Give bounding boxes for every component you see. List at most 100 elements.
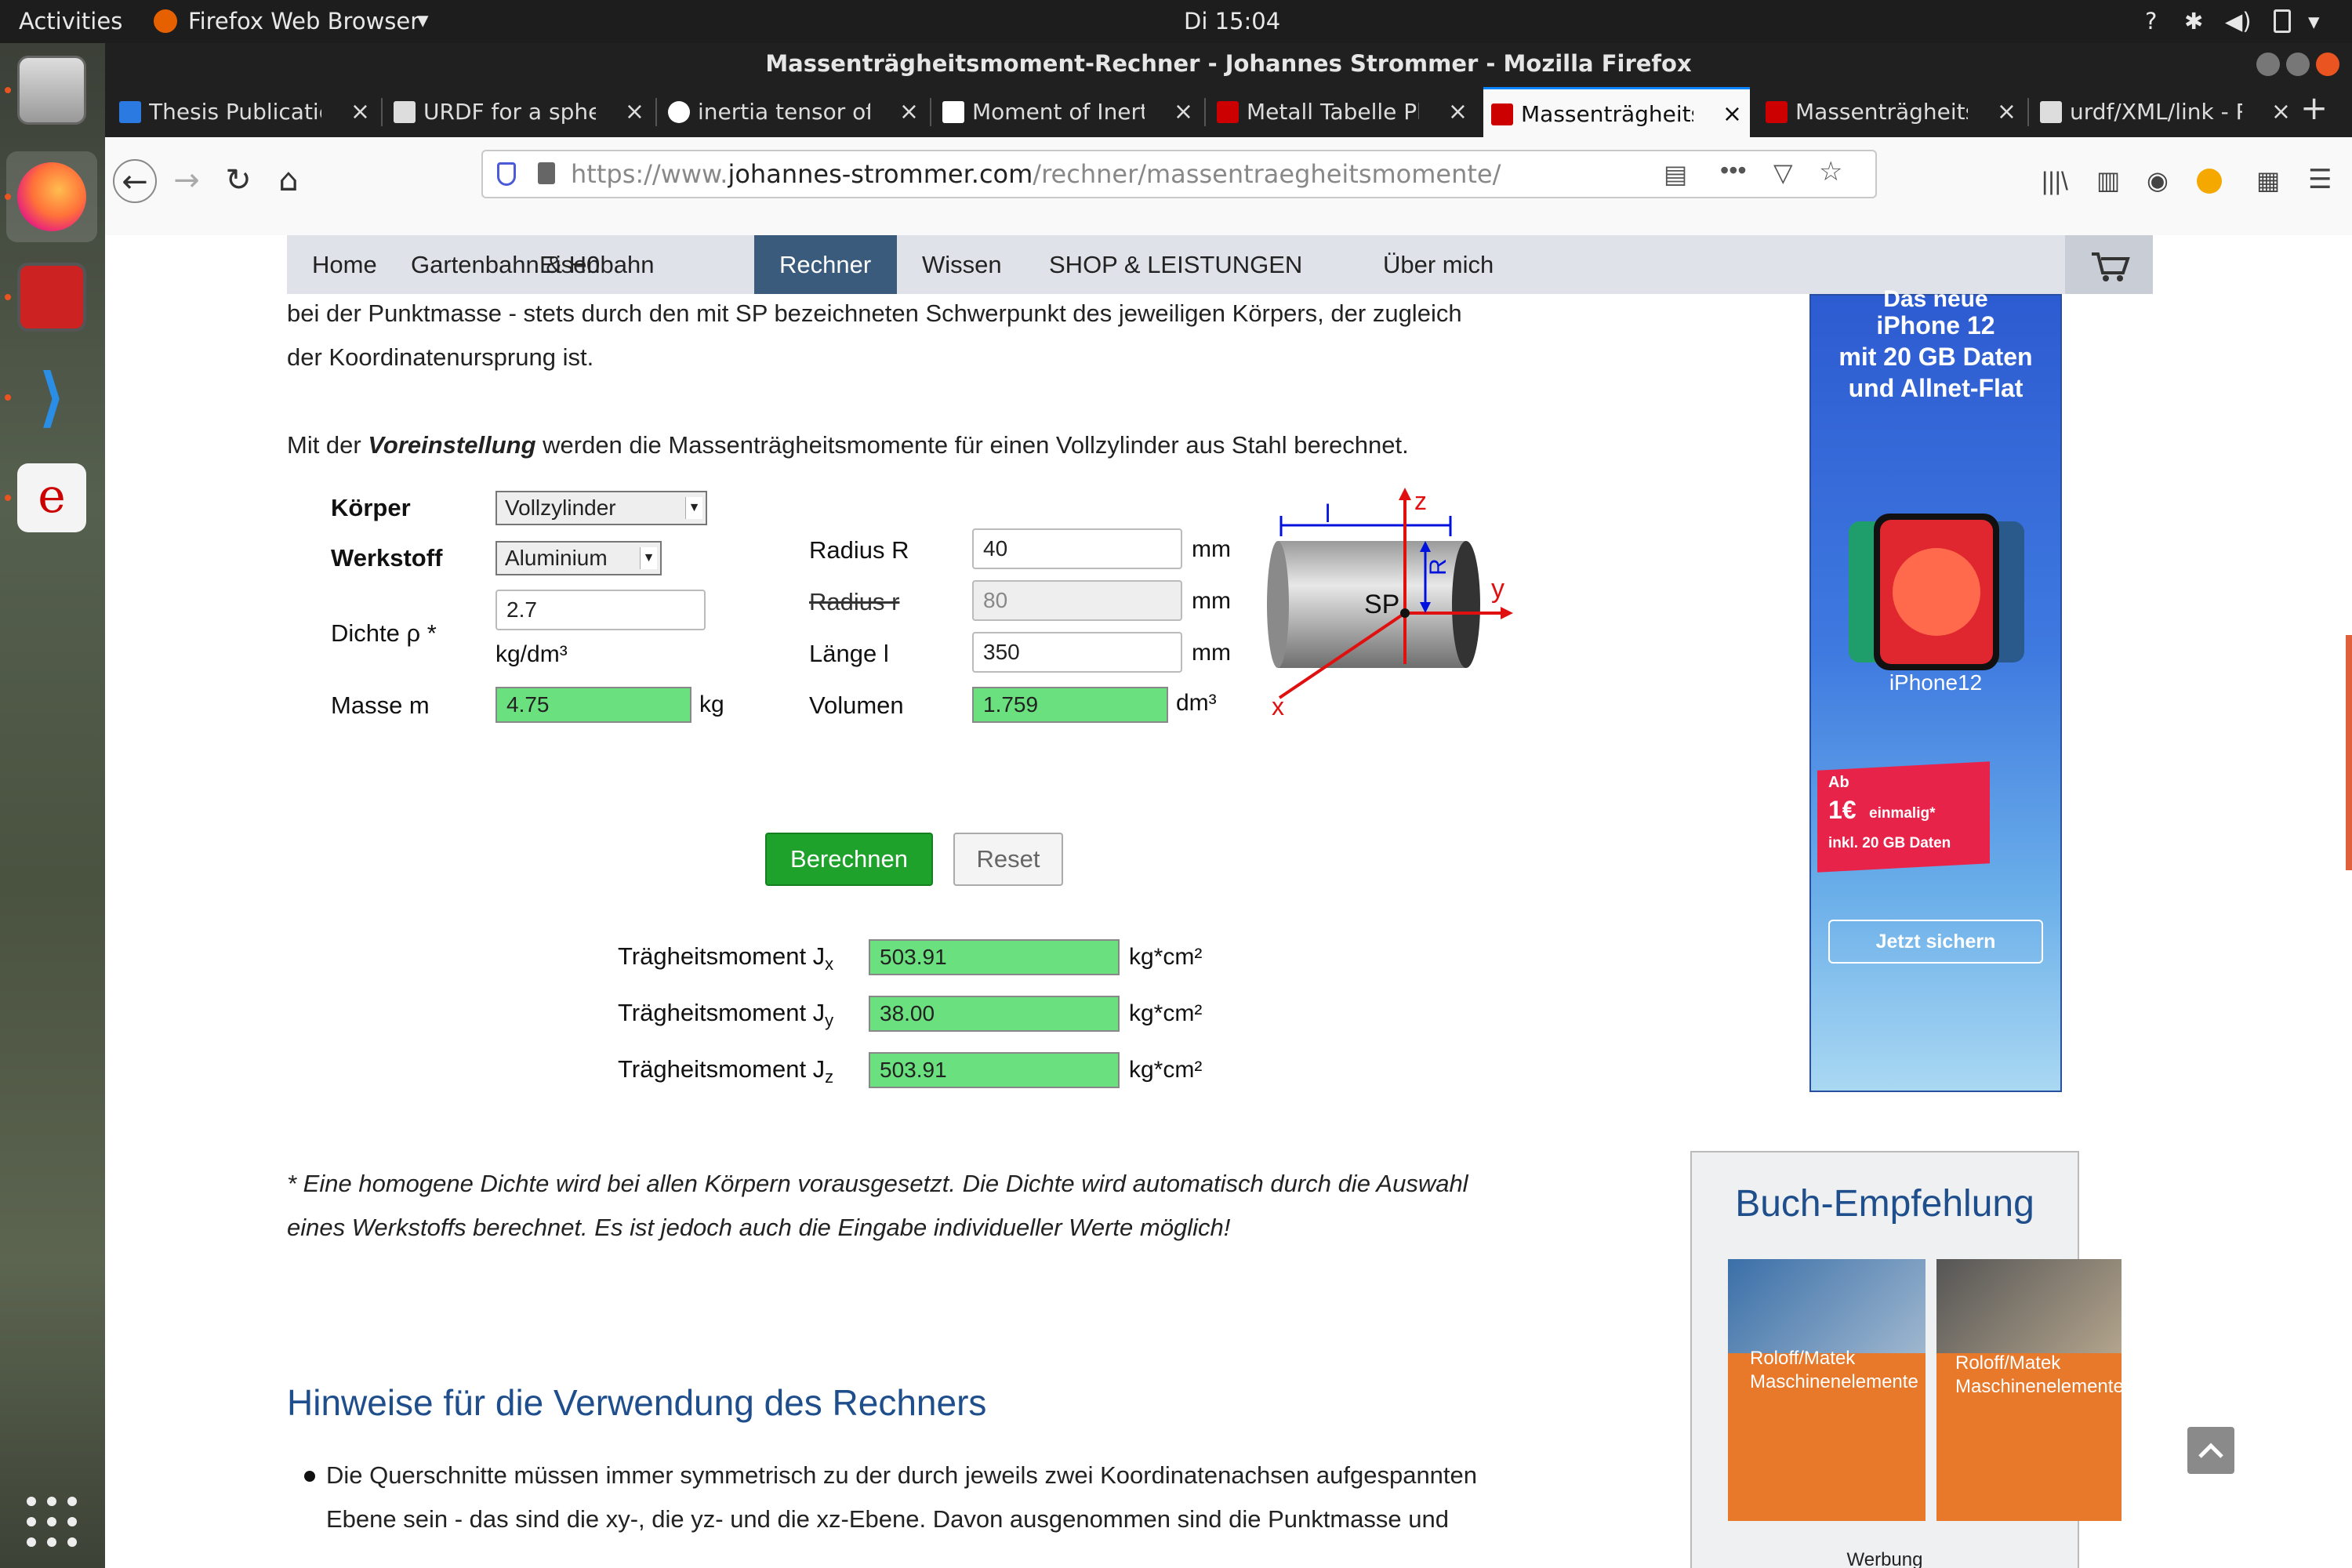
terminal-icon[interactable]	[17, 263, 86, 332]
menu-item[interactable]: Eisenbahn	[514, 235, 655, 294]
system-top-bar: Activities Firefox Web Browser ▾ Di 15:0…	[0, 0, 2352, 43]
ad-cta-button[interactable]: Jetzt sichern	[1828, 920, 2043, 964]
close-tab-icon[interactable]: ×	[1722, 89, 1742, 137]
file-manager-icon[interactable]	[17, 56, 86, 125]
cylinder-back-face	[1267, 541, 1289, 668]
chevron-down-icon[interactable]: ▾	[2308, 8, 2320, 34]
advertisement-banner[interactable]: Das neue iPhone 12 mit 20 GB Daten und A…	[1809, 286, 2062, 1092]
extensions-icon[interactable]: ▦	[2256, 165, 2280, 195]
browser-tab[interactable]: Moment of Inertia--S ×	[935, 87, 1201, 137]
new-tab-button[interactable]: +	[2300, 89, 2328, 127]
tab-favicon-icon	[394, 101, 416, 123]
intro-line: bei der Punktmasse - stets durch den mit…	[287, 299, 1462, 327]
browser-tab[interactable]: Metall Tabelle Ph ×	[1209, 87, 1475, 137]
tab-favicon-icon	[668, 101, 690, 123]
tab-strip: Thesis Publication×URDF for a sphere×ine…	[105, 43, 2352, 137]
book-cover[interactable]: Roloff/Matek Maschinenelemente	[1728, 1259, 1926, 1521]
browser-tab[interactable]: Massenträgheitsm ×	[1483, 87, 1750, 137]
scroll-to-top-button[interactable]	[2187, 1427, 2234, 1474]
library-icon[interactable]: |||\	[2042, 167, 2068, 196]
radius-r-input[interactable]: 80	[972, 580, 1182, 621]
browser-tab[interactable]: urdf/XML/link - R ×	[2032, 87, 2299, 137]
cylinder-front-face	[1452, 541, 1480, 668]
tab-favicon-icon	[1217, 101, 1239, 123]
tab-separator	[655, 98, 657, 126]
menu-item[interactable]: SHOP & LEISTUNGEN	[1024, 235, 1358, 294]
firefox-icon[interactable]	[17, 162, 86, 231]
ad-text: Das neue	[1883, 286, 1988, 312]
app-menu[interactable]: Firefox Web Browser	[188, 8, 419, 34]
masse-output[interactable]: 4.75	[495, 687, 691, 723]
tracking-shield-icon[interactable]	[497, 162, 516, 186]
forward-button[interactable]: →	[165, 159, 209, 203]
url-bar[interactable]: https://www.johannes-strommer.com/rechne…	[481, 150, 1877, 198]
close-tab-icon[interactable]: ×	[2271, 87, 2291, 137]
cart-button[interactable]	[2065, 235, 2153, 294]
chevron-down-icon[interactable]: ▾	[417, 6, 429, 33]
vscode-icon[interactable]: ⟩	[17, 363, 86, 432]
koerper-label: Körper	[331, 494, 411, 521]
volume-icon[interactable]: ◀)	[2225, 8, 2252, 34]
reload-icon[interactable]: ↻	[216, 159, 260, 203]
radius-r-label: Radius r	[809, 588, 900, 615]
pocket-icon[interactable]: ▽	[1773, 158, 1793, 187]
battery-icon[interactable]	[2274, 9, 2291, 33]
browser-tab[interactable]: Thesis Publication ×	[111, 87, 378, 137]
menu-item[interactable]: Wissen	[897, 235, 1024, 294]
help-icon[interactable]: ?	[2145, 8, 2157, 34]
note-line: eines Werkstoffs berechnet. Es ist jedoc…	[287, 1214, 1231, 1241]
jy-output[interactable]: 38.00	[869, 996, 1120, 1032]
close-tab-icon[interactable]: ×	[1997, 87, 2016, 137]
bookmark-star-icon[interactable]: ☆	[1819, 156, 1842, 187]
bluetooth-icon[interactable]: ✱	[2184, 8, 2203, 34]
url-text[interactable]: https://www.johannes-strommer.com/rechne…	[571, 159, 1501, 189]
show-apps-icon[interactable]	[24, 1494, 80, 1550]
volumen-output[interactable]: 1.759	[972, 687, 1168, 723]
tab-separator	[1204, 98, 1206, 126]
reader-view-icon[interactable]: ▤	[1664, 159, 1687, 189]
koerper-select[interactable]: Vollzylinder ▼	[495, 491, 707, 525]
browser-tab[interactable]: URDF for a sphere ×	[386, 87, 652, 137]
reset-button[interactable]: Reset	[953, 833, 1063, 886]
book-recommendation: Buch-Empfehlung Roloff/Matek Maschinenel…	[1690, 1151, 2124, 1568]
close-tab-icon[interactable]: ×	[350, 87, 370, 137]
close-tab-icon[interactable]: ×	[899, 87, 919, 137]
menu-item[interactable]: Rechner	[754, 235, 897, 294]
berechnen-button[interactable]: Berechnen	[765, 833, 933, 886]
home-icon[interactable]: ⌂	[267, 159, 310, 203]
browser-tab[interactable]: Massenträgheitsm ×	[1758, 87, 2024, 137]
jz-output[interactable]: 503.91	[869, 1052, 1120, 1088]
close-tab-icon[interactable]: ×	[625, 87, 644, 137]
back-button[interactable]: ←	[113, 159, 157, 203]
page-actions-icon[interactable]: •••	[1720, 156, 1747, 185]
jx-unit: kg*cm²	[1129, 944, 1203, 970]
document-viewer-icon[interactable]: e	[17, 463, 86, 532]
laenge-input[interactable]: 350	[972, 632, 1182, 673]
price-note: einmalig*	[1869, 805, 1936, 822]
browser-tab[interactable]: inertia tensor of ×	[660, 87, 927, 137]
lock-icon[interactable]	[538, 162, 555, 184]
activities-button[interactable]: Activities	[19, 8, 122, 34]
chevron-down-icon: ▼	[640, 547, 657, 569]
translate-extension-icon[interactable]	[2197, 169, 2222, 194]
sidebar-icon[interactable]: ▥	[2096, 165, 2120, 195]
scrollbar-thumb[interactable]	[2346, 635, 2352, 870]
werkstoff-select[interactable]: Aluminium ▼	[495, 541, 662, 575]
radius-R-input[interactable]: 40	[972, 528, 1182, 569]
menu-item[interactable]: Über mich	[1358, 235, 1508, 294]
menu-item[interactable]: Gartenbahn & H0	[386, 235, 600, 294]
close-tab-icon[interactable]: ×	[1448, 87, 1468, 137]
book-cover-title: Roloff/Matek Maschinenelemente	[1750, 1348, 1918, 1392]
shopping-cart-icon	[2092, 252, 2130, 281]
account-icon[interactable]: ◉	[2147, 165, 2169, 195]
dichte-input[interactable]: 2.7	[495, 590, 706, 630]
jx-output[interactable]: 503.91	[869, 939, 1120, 975]
book-cover[interactable]: Roloff/Matek Maschinenelemente	[1936, 1259, 2124, 1521]
menu-item[interactable]: Home	[287, 235, 386, 294]
menu-icon[interactable]: ☰	[2308, 164, 2332, 195]
close-tab-icon[interactable]: ×	[1174, 87, 1193, 137]
price-sub: inkl. 20 GB Daten	[1828, 835, 1951, 851]
jz-label: Trägheitsmoment Jz	[618, 1055, 834, 1087]
section-heading: Hinweise für die Verwendung des Rechners	[287, 1382, 987, 1423]
clock[interactable]: Di 15:04	[1184, 8, 1280, 34]
